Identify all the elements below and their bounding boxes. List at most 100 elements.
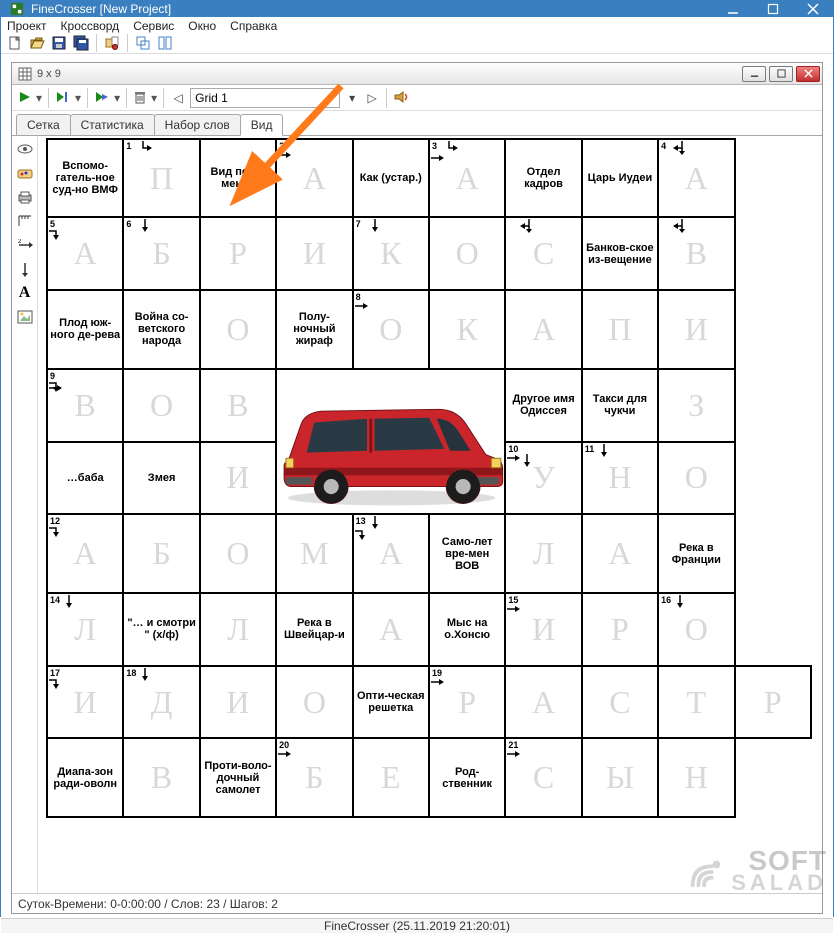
- grid-cell[interactable]: 20Б: [276, 738, 352, 817]
- tab-view[interactable]: Вид: [240, 114, 284, 136]
- prev-grid-button[interactable]: ◁: [170, 88, 186, 108]
- grid-cell[interactable]: О: [276, 666, 352, 739]
- grid-cell[interactable]: И: [200, 666, 276, 739]
- trash-dropdown-icon[interactable]: ▾: [151, 91, 157, 105]
- grid-cell[interactable]: К: [429, 290, 505, 368]
- grid-cell[interactable]: Банков-ское из-вещение: [582, 217, 658, 290]
- grid-cell[interactable]: А: [505, 290, 581, 368]
- grid-cell[interactable]: Другое имя Одиссея: [505, 369, 581, 442]
- grid-cell[interactable]: 10У: [505, 442, 581, 515]
- grid-cell[interactable]: 6Б: [123, 217, 199, 290]
- tab-stats[interactable]: Статистика: [70, 114, 155, 135]
- grid-cell[interactable]: Как (устар.): [353, 139, 429, 217]
- menu-service[interactable]: Сервис: [133, 19, 174, 33]
- grid-cell[interactable]: 16О: [658, 593, 734, 666]
- grid-cell[interactable]: Отдел кадров: [505, 139, 581, 217]
- grid-cell[interactable]: Вспомо-гатель-ное суд-но ВМФ: [47, 139, 123, 217]
- save-icon[interactable]: [49, 33, 69, 53]
- new-icon[interactable]: [5, 33, 25, 53]
- open-icon[interactable]: [27, 33, 47, 53]
- grid-cell[interactable]: Л: [505, 514, 581, 592]
- grid-cell[interactable]: 1П: [123, 139, 199, 217]
- grid-cell[interactable]: О: [658, 442, 734, 515]
- grid-cell[interactable]: А: [582, 514, 658, 592]
- grid-cell[interactable]: Проти-воло-дочный самолет: [200, 738, 276, 817]
- grid-cell[interactable]: 7К: [353, 217, 429, 290]
- menu-crossword[interactable]: Кроссворд: [61, 19, 120, 33]
- grid-cell[interactable]: 3А: [429, 139, 505, 217]
- grid-cell[interactable]: Т: [658, 666, 734, 739]
- next-grid-button[interactable]: ▷: [364, 88, 380, 108]
- grid-cell[interactable]: 17И: [47, 666, 123, 739]
- grid-cell[interactable]: 19Р: [429, 666, 505, 739]
- grid-cell[interactable]: Л: [200, 593, 276, 666]
- grid-cell[interactable]: А: [505, 666, 581, 739]
- grid-cell[interactable]: Война со-ветского народа: [123, 290, 199, 368]
- grid-cell[interactable]: И: [658, 290, 734, 368]
- grid-cell[interactable]: Р: [735, 666, 811, 739]
- grid-cell[interactable]: П: [582, 290, 658, 368]
- grid-cell[interactable]: Змея: [123, 442, 199, 515]
- arrow-down-tool-icon[interactable]: [16, 260, 34, 278]
- grid-cell[interactable]: И: [200, 442, 276, 515]
- crossword-grid[interactable]: Вспомо-гатель-ное суд-но ВМФ1ПВид пель-м…: [46, 138, 812, 818]
- menu-project[interactable]: Проект: [7, 19, 47, 33]
- grid-cell[interactable]: Род-ственник: [429, 738, 505, 817]
- grid-cell[interactable]: 5А: [47, 217, 123, 290]
- grid-cell[interactable]: 11Н: [582, 442, 658, 515]
- font-icon[interactable]: A: [16, 284, 34, 302]
- run-dropdown-icon[interactable]: ▾: [114, 91, 120, 105]
- save-all-icon[interactable]: [71, 33, 91, 53]
- grid-cell[interactable]: С: [582, 666, 658, 739]
- mdi-maximize-button[interactable]: [769, 66, 793, 82]
- grid-cell[interactable]: Вид пель-меней: [200, 139, 276, 217]
- grid-cell[interactable]: С: [505, 217, 581, 290]
- grid-cell[interactable]: …баба: [47, 442, 123, 515]
- maximize-button[interactable]: [753, 1, 793, 17]
- trash-icon[interactable]: [133, 90, 147, 107]
- grid-cell[interactable]: З: [658, 369, 734, 442]
- grid-cell[interactable]: Царь Иудеи: [582, 139, 658, 217]
- grid-cell[interactable]: Р: [200, 217, 276, 290]
- image-icon[interactable]: [16, 308, 34, 326]
- grid-cell[interactable]: 8О: [353, 290, 429, 368]
- grid-cell[interactable]: Полу-ночный жираф: [276, 290, 352, 368]
- grid-cell[interactable]: Само-лет вре-мен ВОВ: [429, 514, 505, 592]
- step-icon[interactable]: [55, 90, 71, 107]
- grid-cell[interactable]: Плод юж-ного де-рева: [47, 290, 123, 368]
- arrow-right-tool-icon[interactable]: 2: [16, 236, 34, 254]
- tab-words[interactable]: Набор слов: [154, 114, 241, 135]
- mdi-minimize-button[interactable]: [742, 66, 766, 82]
- grid-cell[interactable]: Е: [353, 738, 429, 817]
- grid-cell[interactable]: 4А: [658, 139, 734, 217]
- grid-cell[interactable]: Диапа-зон ради-оволн: [47, 738, 123, 817]
- grid-cell[interactable]: Б: [123, 514, 199, 592]
- grid-cell[interactable]: Мыс на о.Хонсю: [429, 593, 505, 666]
- minimize-button[interactable]: [713, 1, 753, 17]
- grid-cell[interactable]: 2А: [276, 139, 352, 217]
- grid-cell[interactable]: 9В: [47, 369, 123, 442]
- menu-help[interactable]: Справка: [230, 19, 277, 33]
- grid-name-input[interactable]: [190, 88, 340, 108]
- grid-cell[interactable]: О: [429, 217, 505, 290]
- mdi-close-button[interactable]: [796, 66, 820, 82]
- grid-cell[interactable]: 14Л: [47, 593, 123, 666]
- grid-cell[interactable]: Р: [582, 593, 658, 666]
- grid-cell[interactable]: 18Д: [123, 666, 199, 739]
- dropdown-button[interactable]: ▾: [344, 88, 360, 108]
- ruler-icon[interactable]: [16, 212, 34, 230]
- grid-cell[interactable]: И: [276, 217, 352, 290]
- grid-cell[interactable]: А: [353, 593, 429, 666]
- options-icon[interactable]: [102, 33, 122, 53]
- grid-cell[interactable]: О: [200, 514, 276, 592]
- grid-cell[interactable]: 15И: [505, 593, 581, 666]
- grid-cell[interactable]: 12А: [47, 514, 123, 592]
- grid-cell[interactable]: Н: [658, 738, 734, 817]
- menu-window[interactable]: Окно: [188, 19, 216, 33]
- play-icon[interactable]: [18, 90, 32, 107]
- print-icon[interactable]: [16, 188, 34, 206]
- close-button[interactable]: [793, 1, 833, 17]
- grid-cell[interactable]: В: [200, 369, 276, 442]
- eye-icon[interactable]: [16, 140, 34, 158]
- grid-cell[interactable]: [276, 369, 505, 515]
